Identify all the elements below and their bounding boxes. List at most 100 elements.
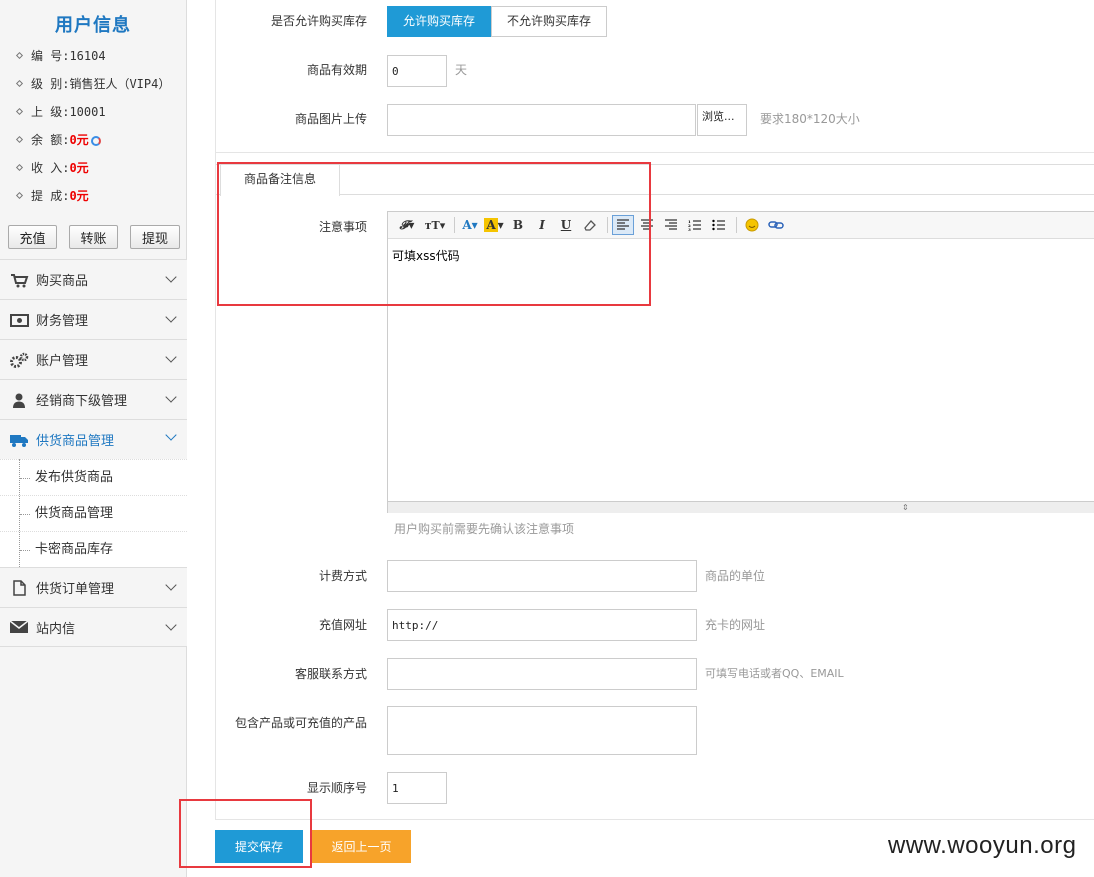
font-color-icon[interactable]: A▾ bbox=[459, 215, 481, 235]
sidebar-menu: 购买商品 财务管理 账户管理 经销商下级管理 供货商品管理 发布供货商品 供货商… bbox=[0, 259, 187, 647]
align-center-icon[interactable] bbox=[636, 215, 658, 235]
browse-button[interactable]: 浏览... bbox=[697, 104, 747, 136]
ordered-list-icon[interactable]: 123 bbox=[684, 215, 706, 235]
truck-icon bbox=[10, 432, 29, 448]
menu-item-orders[interactable]: 供货订单管理 bbox=[0, 567, 187, 607]
withdraw-button[interactable]: 提现 bbox=[130, 225, 180, 249]
submenu-item-manage[interactable]: 供货商品管理 bbox=[0, 495, 187, 531]
image-path-input[interactable] bbox=[387, 104, 696, 136]
info-level: 级 别:销售狂人（VIP4） bbox=[0, 70, 186, 98]
underline-icon[interactable]: U bbox=[555, 215, 577, 235]
tab-notes-info[interactable]: 商品备注信息 bbox=[220, 165, 340, 196]
chevron-down-icon bbox=[165, 351, 177, 363]
svg-text:3: 3 bbox=[688, 227, 691, 231]
info-commission: 提 成:0元 bbox=[0, 182, 186, 210]
notes-label: 注意事项 bbox=[318, 220, 367, 234]
stock-toggle: 允许购买库存 不允许购买库存 bbox=[387, 6, 608, 37]
info-income: 收 入:0元 bbox=[0, 154, 186, 182]
diamond-bullet-icon bbox=[15, 107, 24, 116]
billing-label: 计费方式 bbox=[318, 569, 367, 583]
products-textarea[interactable] bbox=[387, 706, 697, 755]
money-icon bbox=[10, 312, 29, 328]
validity-input[interactable]: 0 bbox=[387, 55, 447, 87]
url-input[interactable]: http:// bbox=[387, 609, 697, 641]
info-parent: 上 级:10001 bbox=[0, 98, 186, 126]
font-size-icon[interactable]: ᴛT▾ bbox=[422, 215, 448, 235]
image-label: 商品图片上传 bbox=[294, 112, 367, 126]
menu-item-account[interactable]: 账户管理 bbox=[0, 339, 187, 379]
refresh-icon[interactable] bbox=[90, 135, 101, 146]
transfer-button[interactable]: 转账 bbox=[69, 225, 118, 249]
disallow-stock-option[interactable]: 不允许购买库存 bbox=[491, 6, 608, 37]
diamond-bullet-icon bbox=[15, 51, 24, 60]
gears-icon bbox=[10, 352, 29, 368]
menu-item-finance[interactable]: 财务管理 bbox=[0, 299, 187, 339]
chevron-down-icon bbox=[165, 271, 177, 283]
unordered-list-icon[interactable] bbox=[708, 215, 730, 235]
menu-item-buy[interactable]: 购买商品 bbox=[0, 259, 187, 299]
chevron-down-icon bbox=[165, 391, 177, 403]
user-icon bbox=[10, 392, 29, 408]
bold-icon[interactable]: B bbox=[507, 215, 529, 235]
menu-item-dealer[interactable]: 经销商下级管理 bbox=[0, 379, 187, 419]
url-hint: 充卡的网址 bbox=[705, 618, 766, 632]
order-input[interactable]: 1 bbox=[387, 772, 447, 804]
font-family-icon[interactable]: 𝓕▾ bbox=[394, 215, 420, 235]
watermark: www.wooyun.org bbox=[888, 832, 1077, 859]
diamond-bullet-icon bbox=[15, 191, 24, 200]
info-balance: 余 额:0元 bbox=[0, 126, 186, 154]
italic-icon[interactable]: I bbox=[531, 215, 553, 235]
billing-hint: 商品的单位 bbox=[705, 569, 766, 583]
emoticon-icon[interactable] bbox=[741, 215, 763, 235]
editor-toolbar: 𝓕▾ ᴛT▾ A▾ A ▾ B I U 123 bbox=[388, 212, 1094, 239]
menu-item-supply[interactable]: 供货商品管理 bbox=[0, 419, 187, 459]
user-info-title: 用户信息 bbox=[55, 15, 131, 36]
validity-unit: 天 bbox=[455, 63, 468, 77]
editor-content[interactable]: 可填xss代码 bbox=[388, 239, 1094, 501]
eraser-icon[interactable] bbox=[579, 215, 601, 235]
products-label: 包含产品或可充值的产品 bbox=[234, 716, 367, 730]
submenu-supply: 发布供货商品 供货商品管理 卡密商品库存 bbox=[0, 459, 187, 567]
align-left-icon[interactable] bbox=[612, 215, 634, 235]
cart-icon bbox=[10, 272, 29, 288]
order-label: 显示顺序号 bbox=[306, 781, 367, 795]
editor-resize-handle[interactable]: ⇕ bbox=[388, 501, 1094, 513]
tab-bar: 商品备注信息 bbox=[216, 164, 1094, 196]
rich-text-editor: 𝓕▾ ᴛT▾ A▾ A ▾ B I U 123 可填xss代码 ⇕ bbox=[387, 211, 1094, 513]
diamond-bullet-icon bbox=[15, 163, 24, 172]
chevron-down-icon bbox=[165, 619, 177, 631]
highlight-color-icon[interactable]: A ▾ bbox=[483, 215, 505, 235]
chevron-down-icon bbox=[165, 311, 177, 323]
envelope-icon bbox=[9, 619, 29, 635]
contact-label: 客服联系方式 bbox=[294, 667, 367, 681]
diamond-bullet-icon bbox=[15, 79, 24, 88]
menu-item-messages[interactable]: 站内信 bbox=[0, 607, 187, 647]
contact-input[interactable] bbox=[387, 658, 697, 690]
document-icon bbox=[10, 579, 29, 596]
submenu-item-publish[interactable]: 发布供货商品 bbox=[0, 459, 187, 495]
recharge-button[interactable]: 充值 bbox=[8, 225, 57, 249]
link-icon[interactable] bbox=[765, 215, 787, 235]
resize-icon: ⇕ bbox=[902, 503, 909, 512]
submenu-item-card-stock[interactable]: 卡密商品库存 bbox=[0, 531, 187, 567]
form-panel: 是否允许购买库存 允许购买库存 不允许购买库存 商品有效期 0 天 商品图片上传… bbox=[215, 0, 1094, 820]
save-button[interactable]: 提交保存 bbox=[215, 830, 303, 863]
validity-label: 商品有效期 bbox=[306, 63, 367, 77]
sidebar: 用户信息 编 号:16104 级 别:销售狂人（VIP4） 上 级:10001 … bbox=[0, 0, 187, 877]
contact-hint: 可填写电话或者QQ、EMAIL bbox=[705, 667, 844, 680]
account-actions: 充值 转账 提现 bbox=[8, 225, 180, 249]
url-label: 充值网址 bbox=[318, 618, 367, 632]
allow-stock-option[interactable]: 允许购买库存 bbox=[387, 6, 492, 37]
billing-input[interactable] bbox=[387, 560, 697, 592]
stock-label: 是否允许购买库存 bbox=[270, 14, 367, 28]
chevron-down-icon bbox=[165, 579, 177, 591]
back-button[interactable]: 返回上一页 bbox=[312, 830, 411, 863]
chevron-down-icon bbox=[165, 429, 177, 441]
diamond-bullet-icon bbox=[15, 135, 24, 144]
align-right-icon[interactable] bbox=[660, 215, 682, 235]
notes-hint: 用户购买前需要先确认该注意事项 bbox=[394, 522, 575, 536]
image-hint: 要求180*120大小 bbox=[760, 112, 860, 126]
info-number: 编 号:16104 bbox=[0, 42, 186, 70]
main-content: 是否允许购买库存 允许购买库存 不允许购买库存 商品有效期 0 天 商品图片上传… bbox=[215, 0, 1094, 877]
user-info-list: 编 号:16104 级 别:销售狂人（VIP4） 上 级:10001 余 额:0… bbox=[0, 42, 186, 210]
